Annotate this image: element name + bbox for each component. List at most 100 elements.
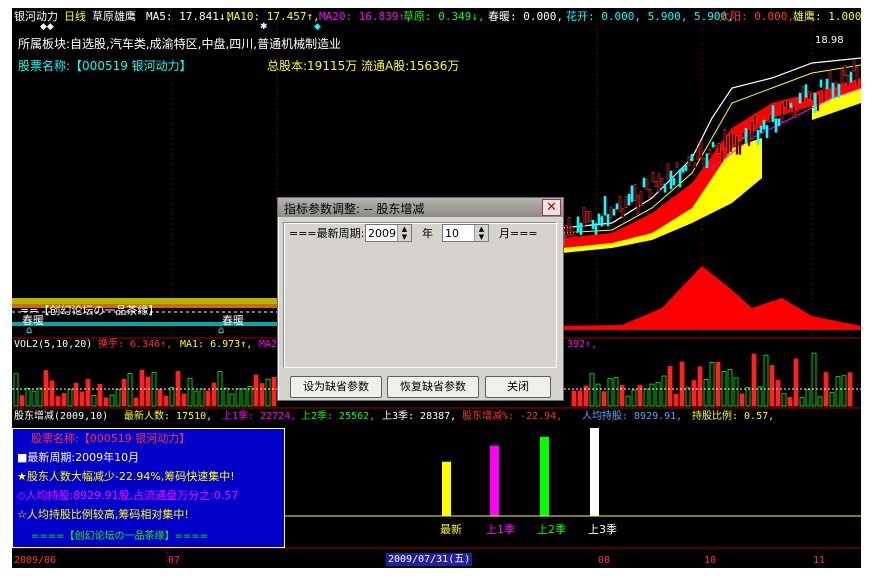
volume-bar bbox=[181, 393, 187, 407]
candle bbox=[582, 207, 586, 227]
close-icon[interactable]: ✕ bbox=[542, 199, 561, 216]
info-stock: 股票名称:【000519 银河动力】 bbox=[31, 432, 191, 445]
volume-bar bbox=[697, 366, 703, 407]
candle bbox=[693, 162, 697, 169]
candle bbox=[804, 84, 808, 98]
gdzj-title: 股东增减(2009,10) bbox=[14, 411, 109, 422]
candle bbox=[576, 216, 580, 232]
candle bbox=[705, 153, 709, 169]
volume-bar bbox=[31, 390, 37, 407]
candle bbox=[774, 118, 778, 133]
total-shares: 总股本:19115万 bbox=[267, 59, 358, 73]
volume-bar bbox=[643, 388, 649, 407]
volume-bar bbox=[595, 383, 601, 407]
volume-bar bbox=[829, 392, 835, 407]
month-input[interactable]: 10 ▲ ▼ bbox=[442, 224, 489, 242]
candle bbox=[786, 99, 790, 112]
volume-bar bbox=[757, 386, 763, 407]
volume-bar bbox=[121, 378, 127, 407]
volume-bar bbox=[727, 369, 733, 407]
volume-bar bbox=[229, 393, 235, 407]
volume-bar bbox=[265, 378, 271, 407]
candle bbox=[723, 129, 727, 149]
date-label-4: 10 bbox=[704, 555, 717, 566]
gdzj-bar-2 bbox=[540, 436, 549, 516]
candle bbox=[843, 65, 847, 77]
candle bbox=[837, 83, 841, 99]
volume-bar bbox=[199, 388, 205, 407]
volume-bar bbox=[649, 383, 655, 407]
stock-title: 股票名称:【000519 银河动力】 bbox=[18, 59, 192, 73]
volume-bar bbox=[679, 361, 685, 407]
gdzj-q2: 上2季: 25562, bbox=[301, 411, 376, 422]
candle bbox=[816, 93, 820, 112]
candle bbox=[639, 191, 643, 207]
period-label[interactable]: 日线 bbox=[64, 10, 86, 23]
candle bbox=[591, 219, 595, 229]
candle bbox=[840, 69, 844, 84]
volume-bar bbox=[685, 387, 691, 407]
candle bbox=[711, 141, 715, 148]
volume-bar bbox=[577, 390, 583, 407]
volume-bar bbox=[19, 395, 25, 407]
candle bbox=[732, 133, 736, 146]
dialog-title-bar[interactable]: 指标参数调整: -- 股东增减 ✕ bbox=[278, 198, 563, 217]
candle bbox=[729, 131, 733, 153]
vol-title: VOL2(5,10,20) bbox=[14, 339, 93, 350]
volume-bar bbox=[163, 395, 169, 407]
restore-default-button[interactable]: 恢复缺省参数 bbox=[387, 376, 479, 398]
year-input[interactable]: 2009 ▲ ▼ bbox=[365, 224, 412, 242]
volume-bar bbox=[61, 393, 67, 407]
volume-bar bbox=[139, 369, 145, 407]
candle bbox=[570, 226, 574, 236]
candle bbox=[630, 185, 634, 202]
candle bbox=[741, 131, 745, 138]
candle bbox=[588, 210, 592, 223]
info-box: 股票名称:【000519 银河动力】 ■最新周期:2009年10月 ★股东人数大… bbox=[12, 428, 285, 548]
candle bbox=[783, 100, 787, 108]
volume-bar bbox=[271, 376, 277, 407]
candle bbox=[684, 165, 688, 171]
volume-bar bbox=[37, 387, 43, 407]
volume-bar bbox=[49, 380, 55, 407]
volume-bar bbox=[235, 388, 241, 407]
volume-bar bbox=[85, 379, 91, 407]
candle bbox=[855, 66, 859, 87]
candle bbox=[672, 178, 676, 186]
candle bbox=[618, 196, 622, 212]
candle bbox=[687, 156, 691, 166]
volume-bar bbox=[127, 373, 133, 407]
bar-label-q2: 上2季 bbox=[537, 523, 566, 536]
candle bbox=[726, 134, 730, 155]
month-stepper[interactable]: ▲ ▼ bbox=[474, 225, 488, 241]
bar-label-latest: 最新 bbox=[440, 523, 462, 536]
info-footer: ====【创幻论坛の一品茶缘】==== bbox=[31, 531, 209, 542]
gdzj-avg: 人均持股: 8929.91, bbox=[582, 411, 683, 422]
candle bbox=[846, 74, 850, 88]
volume-bar bbox=[817, 396, 823, 407]
candle bbox=[696, 147, 700, 160]
gdzj-bar-3 bbox=[590, 428, 599, 516]
candle bbox=[822, 87, 826, 102]
volume-bar bbox=[97, 383, 103, 407]
candle bbox=[849, 71, 853, 83]
candle bbox=[624, 196, 628, 209]
candle bbox=[702, 157, 706, 168]
candle bbox=[627, 193, 631, 206]
volume-bar bbox=[241, 388, 247, 407]
set-default-button[interactable]: 设为缺省参数 bbox=[290, 376, 382, 398]
gdzj-ratio: 持股比例: 0.57, bbox=[692, 411, 775, 422]
volume-bar bbox=[673, 393, 679, 407]
volume-bar bbox=[781, 393, 787, 407]
marker-icon: ✱ bbox=[260, 22, 268, 32]
year-value: 2009 bbox=[368, 227, 396, 240]
candle bbox=[819, 79, 823, 88]
date-cursor: 2009/07/31(五) bbox=[386, 553, 473, 566]
close-button[interactable]: 关闭 bbox=[485, 376, 551, 398]
period-label: ===最新周期: bbox=[289, 227, 365, 240]
chunnuan-value: 春暖: 0.000, bbox=[488, 10, 563, 23]
candle bbox=[801, 86, 805, 103]
candle bbox=[564, 225, 568, 238]
year-stepper[interactable]: ▲ ▼ bbox=[397, 225, 411, 241]
candle bbox=[777, 118, 781, 126]
